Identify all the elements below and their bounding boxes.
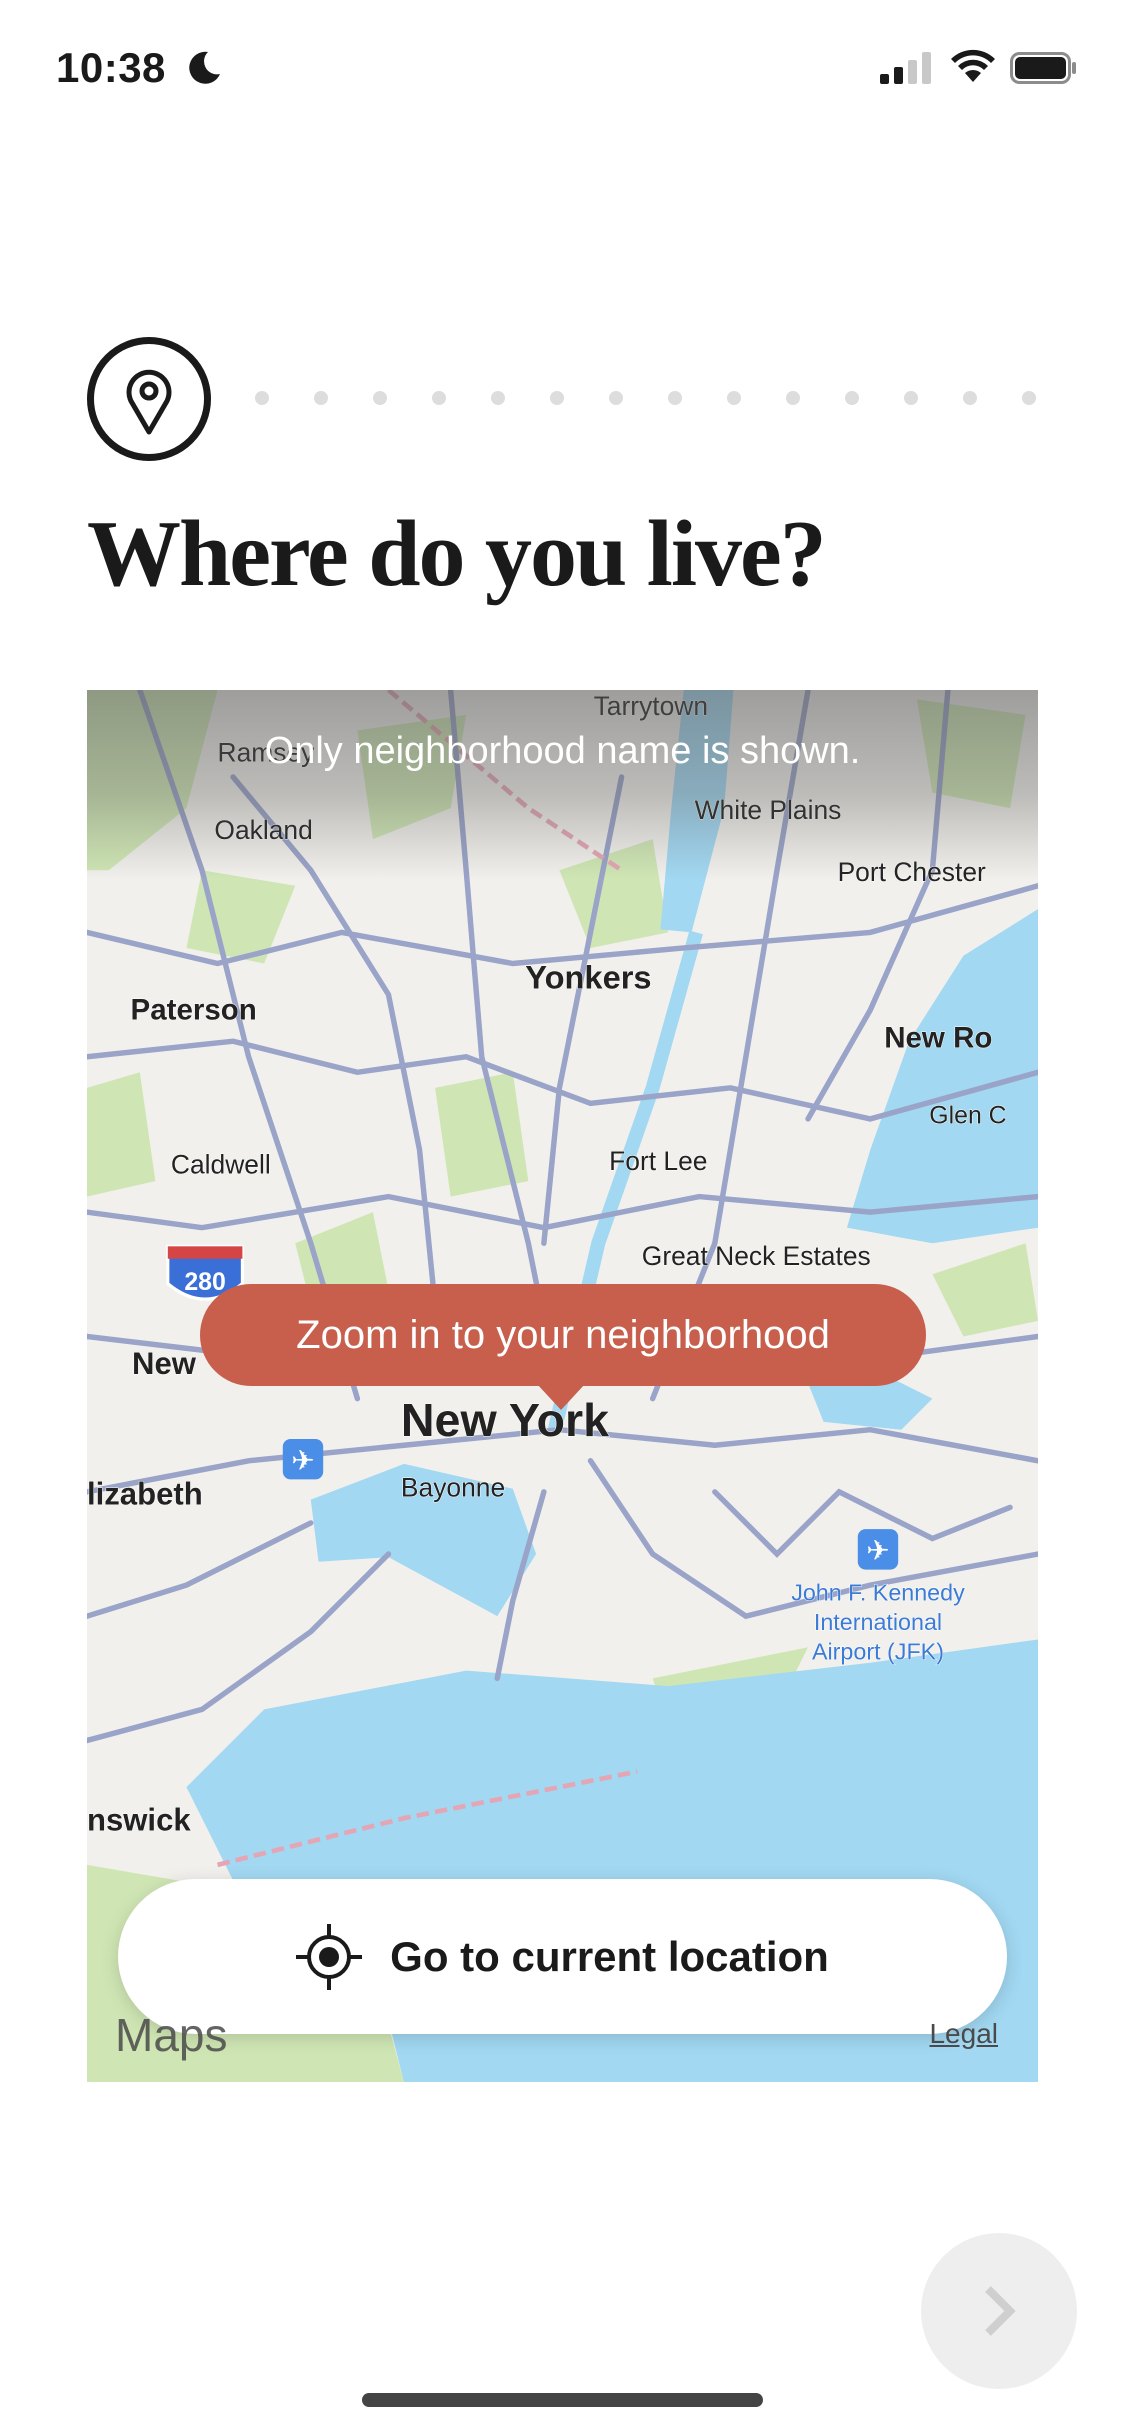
home-indicator[interactable] — [362, 2393, 763, 2407]
progress-dot — [845, 391, 859, 405]
progress-dot — [963, 391, 977, 405]
svg-text:280: 280 — [184, 1268, 225, 1296]
map-pin-icon — [126, 369, 172, 435]
page-title: Where do you live? — [87, 502, 827, 606]
crosshair-icon — [296, 1923, 363, 1990]
status-time: 10:38 — [56, 44, 166, 91]
svg-text:✈: ✈ — [866, 1535, 889, 1566]
progress-dot — [432, 391, 446, 405]
svg-text:✈: ✈ — [291, 1445, 314, 1476]
progress-dot — [609, 391, 623, 405]
current-location-button[interactable]: Go to current location — [118, 1879, 1007, 2034]
map-label: nswick — [87, 1803, 191, 1838]
progress-dot — [786, 391, 800, 405]
current-location-label: Go to current location — [390, 1932, 829, 1980]
step-indicator-current — [87, 337, 211, 461]
zoom-hint-tooltip: Zoom in to your neighborhood — [200, 1284, 926, 1410]
progress-dots — [255, 391, 1036, 405]
legal-link[interactable]: Legal — [929, 2018, 998, 2050]
map-label: Paterson — [131, 993, 257, 1026]
progress-dot — [1022, 391, 1036, 405]
battery-icon — [1010, 52, 1076, 84]
progress-dot — [314, 391, 328, 405]
apple-maps-logo: Maps — [115, 2009, 228, 2061]
map-view[interactable]: 280 ✈ ✈ TarrytownWhite PlainsOaklandPort… — [87, 690, 1038, 2082]
map-label: New — [132, 1346, 197, 1381]
privacy-banner: Only neighborhood name is shown. — [264, 730, 861, 772]
next-button[interactable] — [921, 2233, 1077, 2389]
map-label: Fort Lee — [609, 1146, 707, 1176]
status-bar: 10:38 — [0, 0, 1125, 130]
chevron-right-icon — [985, 2286, 1016, 2336]
progress-dot — [491, 391, 505, 405]
progress-dot — [550, 391, 564, 405]
map-label: International — [814, 1609, 942, 1635]
progress-dot — [373, 391, 387, 405]
map-label: Great Neck Estates — [642, 1241, 871, 1271]
moon-icon — [189, 51, 220, 84]
map-label: Caldwell — [171, 1149, 271, 1179]
map-label: Glen C — [929, 1102, 1006, 1130]
map-label: lizabeth — [87, 1476, 203, 1511]
map-label: John F. Kennedy — [791, 1580, 965, 1606]
cellular-signal-icon — [880, 52, 931, 84]
progress-dot — [668, 391, 682, 405]
progress-dot — [727, 391, 741, 405]
progress-dot — [255, 391, 269, 405]
map-label: Yonkers — [525, 958, 651, 995]
map-top-fade — [87, 690, 1038, 880]
map-label: Bayonne — [401, 1473, 505, 1503]
map-label: Airport (JFK) — [812, 1639, 944, 1665]
wifi-icon — [951, 49, 995, 82]
progress-dot — [904, 391, 918, 405]
map-label: New Ro — [884, 1021, 992, 1054]
